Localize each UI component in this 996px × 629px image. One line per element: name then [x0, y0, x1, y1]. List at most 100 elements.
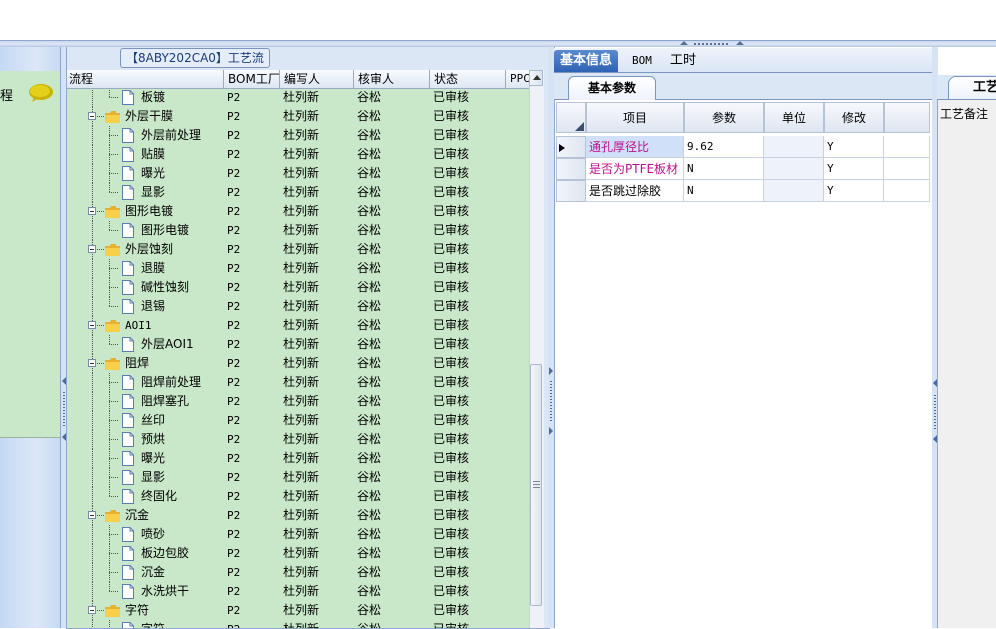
param-item-cell[interactable]: 是否跳过除胶: [586, 180, 684, 202]
column-header-status[interactable]: 状态: [429, 70, 505, 88]
tree-connector-line: [109, 344, 119, 345]
nav-item-process[interactable]: 程: [0, 71, 60, 438]
param-item-cell[interactable]: 通孔厚径比: [586, 136, 684, 158]
tree-row[interactable]: 图形电镀 P2 杜列新 谷松 已审核: [67, 221, 529, 240]
tree-connector-line: [109, 439, 119, 440]
collapse-toggle-icon[interactable]: [88, 245, 96, 253]
column-header-process[interactable]: 流程: [67, 70, 223, 88]
row-header[interactable]: [556, 136, 586, 158]
tree-row[interactable]: 显影 P2 杜列新 谷松 已审核: [67, 183, 529, 202]
tree-row[interactable]: 退锡 P2 杜列新 谷松 已审核: [67, 297, 529, 316]
param-value-cell[interactable]: 9.62: [684, 136, 764, 158]
collapse-toggle-icon[interactable]: [88, 207, 96, 215]
tree-connector-line: [97, 325, 105, 326]
param-modify-cell[interactable]: Y: [824, 158, 884, 180]
grid-row[interactable]: 是否为PTFE板材 N Y: [556, 158, 930, 180]
tree-row[interactable]: 曝光 P2 杜列新 谷松 已审核: [67, 449, 529, 468]
tree-row[interactable]: 终固化 P2 杜列新 谷松 已审核: [67, 487, 529, 506]
grid-row[interactable]: 是否跳过除胶 N Y: [556, 180, 930, 202]
reviewer-cell: 谷松: [357, 546, 382, 560]
tree-row[interactable]: 阻焊塞孔 P2 杜列新 谷松 已审核: [67, 392, 529, 411]
tree-row[interactable]: 碱性蚀刻 P2 杜列新 谷松 已审核: [67, 278, 529, 297]
document-icon: [122, 280, 134, 295]
scroll-thumb[interactable]: [530, 364, 542, 606]
author-cell: 杜列新: [283, 147, 320, 161]
tree-row[interactable]: 预烘 P2 杜列新 谷松 已审核: [67, 430, 529, 449]
author-cell: 杜列新: [283, 584, 320, 598]
row-header[interactable]: [556, 180, 586, 202]
tree-row[interactable]: 沉金 P2 杜列新 谷松 已审核: [67, 563, 529, 582]
tab-process-remark[interactable]: 工艺: [948, 76, 996, 99]
document-icon: [122, 394, 134, 409]
grid-header-item[interactable]: 项目: [586, 102, 684, 133]
tree-row[interactable]: 板镀 P2 杜列新 谷松 已审核: [67, 89, 529, 107]
tree-row[interactable]: 水洗烘干 P2 杜列新 谷松 已审核: [67, 582, 529, 601]
column-header-author[interactable]: 编写人: [279, 70, 353, 88]
reviewer-cell: 谷松: [357, 375, 382, 389]
collapse-toggle-icon[interactable]: [88, 606, 96, 614]
collapse-right-icon[interactable]: [549, 367, 553, 375]
status-cell: 已审核: [433, 394, 470, 408]
chat-bubble-icon: [29, 84, 53, 102]
top-splitter-bar[interactable]: [0, 40, 996, 47]
column-header-ppc[interactable]: PPC: [505, 70, 529, 88]
status-cell: 已审核: [433, 242, 470, 256]
tree-row[interactable]: 图形电镀 P2 杜列新 谷松 已审核: [67, 202, 529, 221]
scroll-up-button[interactable]: [529, 70, 543, 86]
column-header-bom-factory[interactable]: BOM工厂: [223, 70, 279, 88]
bom-factory-cell: P2: [227, 224, 241, 237]
tree-row[interactable]: 外层蚀刻 P2 杜列新 谷松 已审核: [67, 240, 529, 259]
tree-row[interactable]: AOI1 P2 杜列新 谷松 已审核: [67, 316, 529, 335]
tree-row[interactable]: 字符 P2 杜列新 谷松 已审核: [67, 620, 529, 628]
tree-node-label: 沉金: [141, 565, 166, 579]
tree-row[interactable]: 板边包胶 P2 杜列新 谷松 已审核: [67, 544, 529, 563]
tree-row[interactable]: 外层AOI1 P2 杜列新 谷松 已审核: [67, 335, 529, 354]
tab-bom[interactable]: BOM: [626, 50, 658, 72]
tab-basic-info[interactable]: 基本信息: [554, 50, 619, 72]
param-unit-cell[interactable]: [764, 136, 824, 158]
collapse-right-icon[interactable]: [549, 427, 553, 435]
param-unit-cell[interactable]: [764, 180, 824, 202]
param-value-cell[interactable]: N: [684, 180, 764, 202]
tree-row[interactable]: 曝光 P2 杜列新 谷松 已审核: [67, 164, 529, 183]
param-modify-cell[interactable]: Y: [824, 180, 884, 202]
param-unit-cell[interactable]: [764, 158, 824, 180]
tree-connector-line: [109, 401, 119, 402]
tree-row[interactable]: 字符 P2 杜列新 谷松 已审核: [67, 601, 529, 620]
status-cell: 已审核: [433, 318, 470, 332]
author-cell: 杜列新: [283, 337, 320, 351]
tree-row[interactable]: 阻焊前处理 P2 杜列新 谷松 已审核: [67, 373, 529, 392]
param-value-cell[interactable]: N: [684, 158, 764, 180]
tree-connector-line: [92, 525, 93, 544]
param-item-cell[interactable]: 是否为PTFE板材: [586, 158, 684, 180]
row-header[interactable]: [556, 158, 586, 180]
grid-corner[interactable]: [556, 102, 586, 133]
tree-row[interactable]: 阻焊 P2 杜列新 谷松 已审核: [67, 354, 529, 373]
collapse-toggle-icon[interactable]: [88, 112, 96, 120]
tab-work-hours[interactable]: 工时: [664, 50, 702, 72]
tree-row[interactable]: 退膜 P2 杜列新 谷松 已审核: [67, 259, 529, 278]
tree-row[interactable]: 外层前处理 P2 杜列新 谷松 已审核: [67, 126, 529, 145]
tree-row[interactable]: 丝印 P2 杜列新 谷松 已审核: [67, 411, 529, 430]
tree-row[interactable]: 贴膜 P2 杜列新 谷松 已审核: [67, 145, 529, 164]
param-modify-cell[interactable]: Y: [824, 136, 884, 158]
grid-header-modify[interactable]: 修改: [824, 102, 884, 133]
collapse-up-icon[interactable]: [680, 41, 688, 45]
tree-connector-line: [92, 221, 93, 240]
tree-row[interactable]: 显影 P2 杜列新 谷松 已审核: [67, 468, 529, 487]
collapse-toggle-icon[interactable]: [88, 321, 96, 329]
tree-connector-line: [92, 392, 93, 411]
tab-basic-params[interactable]: 基本参数: [568, 76, 656, 100]
tree-row[interactable]: 喷砂 P2 杜列新 谷松 已审核: [67, 525, 529, 544]
tree-row[interactable]: 沉金 P2 杜列新 谷松 已审核: [67, 506, 529, 525]
reviewer-cell: 谷松: [357, 394, 382, 408]
column-header-reviewer[interactable]: 核审人: [353, 70, 429, 88]
grid-row[interactable]: 通孔厚径比 9.62 Y: [556, 136, 930, 158]
document-icon: [122, 451, 134, 466]
grid-header-value[interactable]: 参数: [684, 102, 764, 133]
collapse-toggle-icon[interactable]: [88, 511, 96, 519]
collapse-toggle-icon[interactable]: [88, 359, 96, 367]
grid-header-unit[interactable]: 单位: [764, 102, 824, 133]
collapse-up-icon[interactable]: [736, 41, 744, 45]
tree-row[interactable]: 外层干膜 P2 杜列新 谷松 已审核: [67, 107, 529, 126]
